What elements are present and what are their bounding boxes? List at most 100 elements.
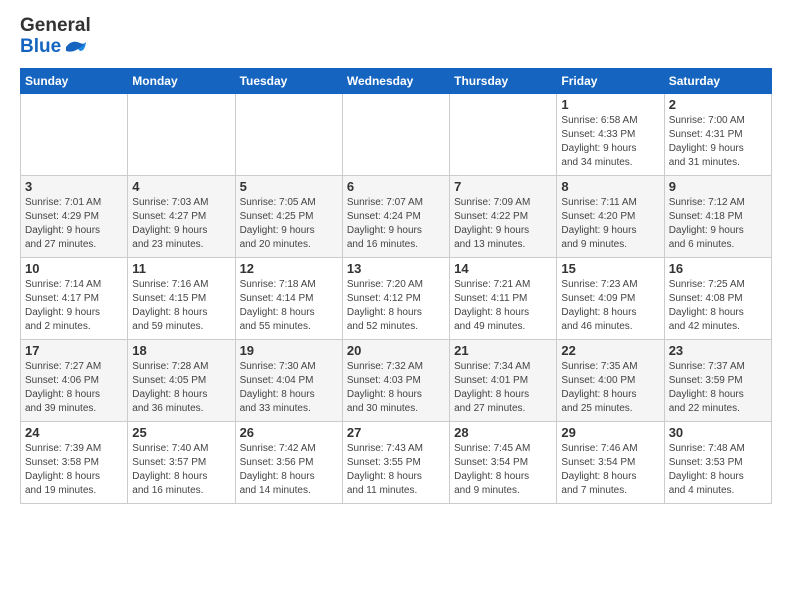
day-info: Sunrise: 7:12 AM Sunset: 4:18 PM Dayligh… [669,196,767,252]
logo: General Blue [20,16,91,58]
calendar-cell: 14 Sunrise: 7:21 AM Sunset: 4:11 PM Dayli… [450,257,557,339]
calendar-week-row: 17Sunrise: 7:27 AM Sunset: 4:06 PM Dayli… [21,339,772,421]
calendar-cell: 9 Sunrise: 7:12 AM Sunset: 4:18 PM Daylig… [664,175,771,257]
calendar-cell: 5 Sunrise: 7:05 AM Sunset: 4:25 PM Daylig… [235,175,342,257]
day-number: 28 [454,425,552,440]
calendar-week-row: 10 Sunrise: 7:14 AM Sunset: 4:17 PM Dayli… [21,257,772,339]
weekday-header-row: SundayMondayTuesdayWednesdayThursdayFrid… [21,68,772,93]
calendar-cell: 2 Sunrise: 7:00 AM Sunset: 4:31 PM Daylig… [664,93,771,175]
day-info: Sunrise: 7:40 AM Sunset: 3:57 PM Dayligh… [132,442,230,498]
calendar-cell: 30Sunrise: 7:48 AM Sunset: 3:53 PM Dayli… [664,421,771,503]
weekday-header: Monday [128,68,235,93]
day-number: 5 [240,179,338,194]
day-number: 22 [561,343,659,358]
calendar-cell: 6 Sunrise: 7:07 AM Sunset: 4:24 PM Daylig… [342,175,449,257]
weekday-header: Thursday [450,68,557,93]
day-info: Sunrise: 7:21 AM Sunset: 4:11 PM Dayligh… [454,278,552,334]
weekday-header: Sunday [21,68,128,93]
day-info: Sunrise: 7:37 AM Sunset: 3:59 PM Dayligh… [669,360,767,416]
day-number: 20 [347,343,445,358]
day-info: Sunrise: 7:07 AM Sunset: 4:24 PM Dayligh… [347,196,445,252]
calendar-cell: 16Sunrise: 7:25 AM Sunset: 4:08 PM Dayli… [664,257,771,339]
day-number: 9 [669,179,767,194]
day-info: Sunrise: 7:01 AM Sunset: 4:29 PM Dayligh… [25,196,123,252]
day-number: 7 [454,179,552,194]
day-info: Sunrise: 7:00 AM Sunset: 4:31 PM Dayligh… [669,114,767,170]
day-info: Sunrise: 7:34 AM Sunset: 4:01 PM Dayligh… [454,360,552,416]
day-info: Sunrise: 7:05 AM Sunset: 4:25 PM Dayligh… [240,196,338,252]
day-number: 18 [132,343,230,358]
day-info: Sunrise: 7:09 AM Sunset: 4:22 PM Dayligh… [454,196,552,252]
day-info: Sunrise: 7:48 AM Sunset: 3:53 PM Dayligh… [669,442,767,498]
calendar-cell [342,93,449,175]
day-info: Sunrise: 7:28 AM Sunset: 4:05 PM Dayligh… [132,360,230,416]
calendar-cell [128,93,235,175]
day-number: 12 [240,261,338,276]
calendar-cell: 20 Sunrise: 7:32 AM Sunset: 4:03 PM Dayli… [342,339,449,421]
day-info: Sunrise: 7:18 AM Sunset: 4:14 PM Dayligh… [240,278,338,334]
logo-blue-text: Blue [20,37,91,58]
day-number: 16 [669,261,767,276]
day-number: 13 [347,261,445,276]
day-number: 6 [347,179,445,194]
day-info: Sunrise: 7:30 AM Sunset: 4:04 PM Dayligh… [240,360,338,416]
day-info: Sunrise: 7:20 AM Sunset: 4:12 PM Dayligh… [347,278,445,334]
calendar-cell: 19 Sunrise: 7:30 AM Sunset: 4:04 PM Dayli… [235,339,342,421]
calendar-cell: 4Sunrise: 7:03 AM Sunset: 4:27 PM Daylig… [128,175,235,257]
logo-text: General Blue [20,16,91,58]
day-info: Sunrise: 7:45 AM Sunset: 3:54 PM Dayligh… [454,442,552,498]
day-number: 3 [25,179,123,194]
calendar-cell: 26 Sunrise: 7:42 AM Sunset: 3:56 PM Dayli… [235,421,342,503]
calendar-cell [235,93,342,175]
calendar-table: SundayMondayTuesdayWednesdayThursdayFrid… [20,68,772,504]
weekday-header: Wednesday [342,68,449,93]
header: General Blue [20,16,772,58]
day-number: 25 [132,425,230,440]
logo-general-text: General [20,16,91,37]
calendar-cell: 17Sunrise: 7:27 AM Sunset: 4:06 PM Dayli… [21,339,128,421]
calendar-cell [21,93,128,175]
calendar-cell: 23 Sunrise: 7:37 AM Sunset: 3:59 PM Dayli… [664,339,771,421]
day-info: Sunrise: 6:58 AM Sunset: 4:33 PM Dayligh… [561,114,659,170]
day-info: Sunrise: 7:39 AM Sunset: 3:58 PM Dayligh… [25,442,123,498]
bird-icon [64,39,86,55]
day-number: 2 [669,97,767,112]
calendar-cell: 12 Sunrise: 7:18 AM Sunset: 4:14 PM Dayli… [235,257,342,339]
calendar-cell: 29Sunrise: 7:46 AM Sunset: 3:54 PM Dayli… [557,421,664,503]
calendar-cell: 3 Sunrise: 7:01 AM Sunset: 4:29 PM Daylig… [21,175,128,257]
calendar-cell: 22Sunrise: 7:35 AM Sunset: 4:00 PM Dayli… [557,339,664,421]
logo-container: General Blue [20,16,91,58]
day-number: 21 [454,343,552,358]
calendar-cell: 10 Sunrise: 7:14 AM Sunset: 4:17 PM Dayli… [21,257,128,339]
day-number: 27 [347,425,445,440]
calendar-cell: 27Sunrise: 7:43 AM Sunset: 3:55 PM Dayli… [342,421,449,503]
day-info: Sunrise: 7:14 AM Sunset: 4:17 PM Dayligh… [25,278,123,334]
calendar-cell: 1 Sunrise: 6:58 AM Sunset: 4:33 PM Daylig… [557,93,664,175]
calendar-cell: 21 Sunrise: 7:34 AM Sunset: 4:01 PM Dayli… [450,339,557,421]
day-info: Sunrise: 7:16 AM Sunset: 4:15 PM Dayligh… [132,278,230,334]
day-number: 26 [240,425,338,440]
day-number: 10 [25,261,123,276]
day-number: 24 [25,425,123,440]
day-number: 19 [240,343,338,358]
day-info: Sunrise: 7:42 AM Sunset: 3:56 PM Dayligh… [240,442,338,498]
day-info: Sunrise: 7:32 AM Sunset: 4:03 PM Dayligh… [347,360,445,416]
day-number: 1 [561,97,659,112]
day-number: 11 [132,261,230,276]
calendar-cell: 18 Sunrise: 7:28 AM Sunset: 4:05 PM Dayli… [128,339,235,421]
day-number: 14 [454,261,552,276]
day-number: 15 [561,261,659,276]
day-number: 17 [25,343,123,358]
day-number: 29 [561,425,659,440]
day-number: 23 [669,343,767,358]
calendar-cell: 8Sunrise: 7:11 AM Sunset: 4:20 PM Daylig… [557,175,664,257]
calendar-cell: 13 Sunrise: 7:20 AM Sunset: 4:12 PM Dayli… [342,257,449,339]
calendar-week-row: 3 Sunrise: 7:01 AM Sunset: 4:29 PM Daylig… [21,175,772,257]
day-info: Sunrise: 7:11 AM Sunset: 4:20 PM Dayligh… [561,196,659,252]
calendar-cell: 25 Sunrise: 7:40 AM Sunset: 3:57 PM Dayli… [128,421,235,503]
day-info: Sunrise: 7:03 AM Sunset: 4:27 PM Dayligh… [132,196,230,252]
calendar-cell: 24 Sunrise: 7:39 AM Sunset: 3:58 PM Dayli… [21,421,128,503]
calendar-page: General Blue SundayMondayTuesdayWednesda… [0,0,792,514]
weekday-header: Friday [557,68,664,93]
weekday-header: Saturday [664,68,771,93]
